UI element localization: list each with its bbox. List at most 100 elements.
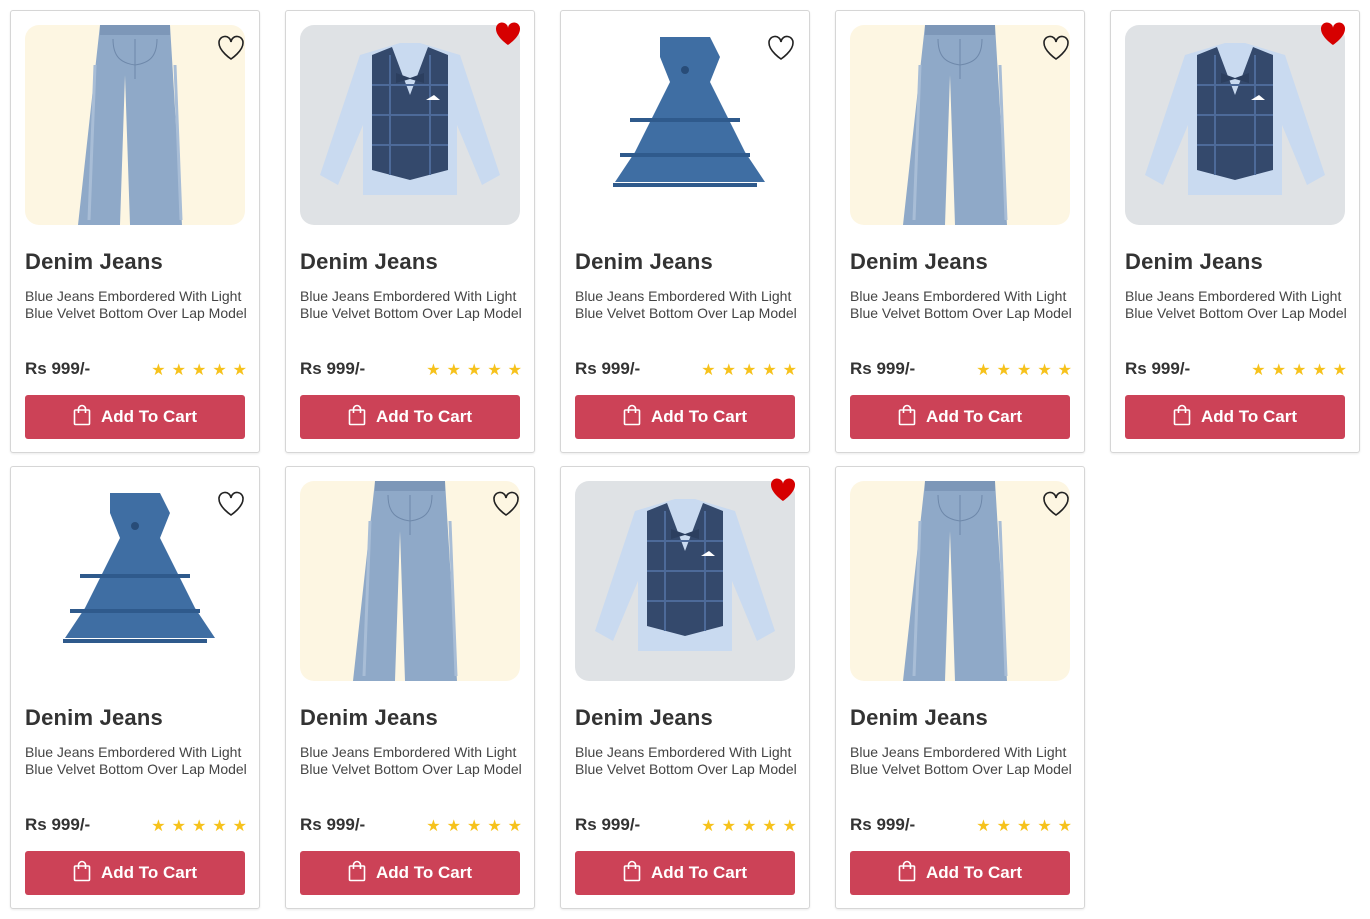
shopping-bag-icon <box>623 860 641 887</box>
product-card[interactable]: Denim Jeans Blue Jeans Embordered With L… <box>560 10 810 453</box>
product-image[interactable] <box>300 25 520 225</box>
product-title: Denim Jeans <box>575 705 713 730</box>
product-image[interactable] <box>25 25 245 225</box>
product-description: Blue Jeans Embordered With Light Blue Ve… <box>25 288 247 321</box>
add-to-cart-label: Add To Cart <box>650 863 747 882</box>
product-card[interactable]: Denim Jeans Blue Jeans Embordered With L… <box>10 466 260 909</box>
add-to-cart-label: Add To Cart <box>1200 407 1297 426</box>
product-image[interactable] <box>575 25 795 225</box>
product-price: Rs 999/- <box>25 815 91 834</box>
add-to-cart-button[interactable]: Add To Cart <box>575 395 795 439</box>
star-rating: ★ ★ ★ ★ ★ <box>701 816 797 836</box>
add-to-cart-button[interactable]: Add To Cart <box>300 851 520 895</box>
star-icon: ★ <box>701 362 716 379</box>
star-icon: ★ <box>1271 362 1286 379</box>
star-rating: ★ ★ ★ ★ ★ <box>1251 360 1347 380</box>
product-image[interactable] <box>1125 25 1345 225</box>
product-image[interactable] <box>25 481 245 681</box>
shopping-bag-icon <box>898 404 916 431</box>
star-icon: ★ <box>466 818 482 835</box>
shopping-bag-icon <box>73 860 91 887</box>
star-icon: ★ <box>1251 362 1266 379</box>
star-rating: ★ ★ ★ ★ ★ <box>426 816 522 836</box>
add-to-cart-button[interactable]: Add To Cart <box>25 851 245 895</box>
star-icon: ★ <box>1332 362 1347 379</box>
shopping-bag-icon <box>73 404 91 431</box>
heart-outline-icon[interactable] <box>217 35 245 61</box>
add-to-cart-button[interactable]: Add To Cart <box>300 395 520 439</box>
product-card[interactable]: Denim Jeans Blue Jeans Embordered With L… <box>1110 10 1360 453</box>
product-price: Rs 999/- <box>300 359 366 378</box>
add-to-cart-button[interactable]: Add To Cart <box>25 395 245 439</box>
product-title: Denim Jeans <box>25 249 163 274</box>
product-price: Rs 999/- <box>850 815 916 834</box>
product-image[interactable] <box>575 481 795 681</box>
add-to-cart-button[interactable]: Add To Cart <box>1125 395 1345 439</box>
star-icon: ★ <box>232 362 247 379</box>
product-card[interactable]: Denim Jeans Blue Jeans Embordered With L… <box>835 466 1085 909</box>
product-price: Rs 999/- <box>575 359 641 378</box>
product-title: Denim Jeans <box>300 705 438 730</box>
product-image[interactable] <box>300 481 520 681</box>
product-title: Denim Jeans <box>850 705 988 730</box>
star-icon: ★ <box>1016 362 1032 379</box>
add-to-cart-label: Add To Cart <box>375 863 472 882</box>
product-title: Denim Jeans <box>575 249 713 274</box>
product-card[interactable]: Denim Jeans Blue Jeans Embordered With L… <box>560 466 810 909</box>
star-icon: ★ <box>507 362 522 379</box>
product-card[interactable]: Denim Jeans Blue Jeans Embordered With L… <box>285 10 535 453</box>
star-icon: ★ <box>171 362 186 379</box>
heart-outline-icon[interactable] <box>1042 491 1070 517</box>
add-to-cart-label: Add To Cart <box>100 407 197 426</box>
product-card[interactable]: Denim Jeans Blue Jeans Embordered With L… <box>285 466 535 909</box>
heart-outline-icon[interactable] <box>767 35 795 61</box>
product-price: Rs 999/- <box>575 815 641 834</box>
product-price: Rs 999/- <box>1125 359 1191 378</box>
add-to-cart-label: Add To Cart <box>375 407 472 426</box>
heart-filled-icon[interactable] <box>494 21 522 47</box>
product-description: Blue Jeans Embordered With Light Blue Ve… <box>850 288 1072 321</box>
product-price: Rs 999/- <box>25 359 91 378</box>
star-icon: ★ <box>721 362 736 379</box>
product-description: Blue Jeans Embordered With Light Blue Ve… <box>300 744 522 777</box>
product-card[interactable]: Denim Jeans Blue Jeans Embordered With L… <box>10 10 260 453</box>
star-icon: ★ <box>741 362 757 379</box>
add-to-cart-button[interactable]: Add To Cart <box>850 395 1070 439</box>
product-description: Blue Jeans Embordered With Light Blue Ve… <box>300 288 522 321</box>
add-to-cart-button[interactable]: Add To Cart <box>575 851 795 895</box>
star-icon: ★ <box>976 362 991 379</box>
product-image[interactable] <box>850 481 1070 681</box>
star-icon: ★ <box>1037 818 1052 835</box>
star-rating: ★ ★ ★ ★ ★ <box>426 360 522 380</box>
heart-outline-icon[interactable] <box>1042 35 1070 61</box>
heart-filled-icon[interactable] <box>1319 21 1347 47</box>
product-image[interactable] <box>850 25 1070 225</box>
star-icon: ★ <box>1037 362 1052 379</box>
shopping-bag-icon <box>348 860 366 887</box>
star-icon: ★ <box>762 818 777 835</box>
star-icon: ★ <box>1057 362 1072 379</box>
add-to-cart-label: Add To Cart <box>925 407 1022 426</box>
add-to-cart-label: Add To Cart <box>100 863 197 882</box>
star-icon: ★ <box>191 818 207 835</box>
product-description: Blue Jeans Embordered With Light Blue Ve… <box>1125 288 1347 321</box>
star-rating: ★ ★ ★ ★ ★ <box>976 816 1072 836</box>
product-price: Rs 999/- <box>300 815 366 834</box>
heart-outline-icon[interactable] <box>492 491 520 517</box>
product-title: Denim Jeans <box>300 249 438 274</box>
heart-outline-icon[interactable] <box>217 491 245 517</box>
star-icon: ★ <box>1312 362 1327 379</box>
shopping-bag-icon <box>898 860 916 887</box>
star-icon: ★ <box>1291 362 1307 379</box>
star-icon: ★ <box>151 818 166 835</box>
star-icon: ★ <box>701 818 716 835</box>
product-card[interactable]: Denim Jeans Blue Jeans Embordered With L… <box>835 10 1085 453</box>
star-icon: ★ <box>466 362 482 379</box>
star-icon: ★ <box>487 818 502 835</box>
add-to-cart-button[interactable]: Add To Cart <box>850 851 1070 895</box>
star-rating: ★ ★ ★ ★ ★ <box>976 360 1072 380</box>
star-icon: ★ <box>232 818 247 835</box>
heart-filled-icon[interactable] <box>769 477 797 503</box>
star-icon: ★ <box>721 818 736 835</box>
star-icon: ★ <box>212 362 227 379</box>
